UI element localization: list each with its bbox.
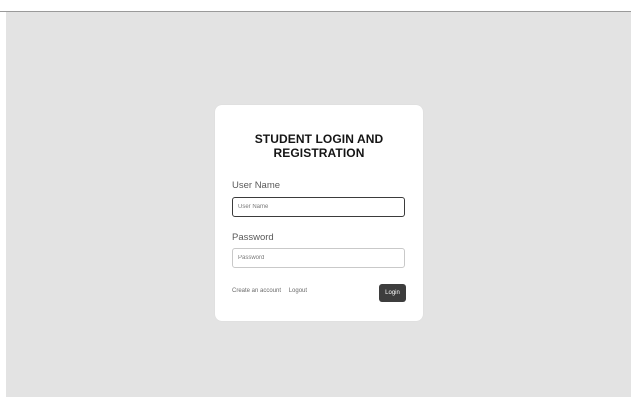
- footer-links: Create an account Logout: [232, 288, 307, 294]
- logout-link[interactable]: Logout: [289, 288, 307, 294]
- login-card: STUDENT LOGIN AND REGISTRATION User Name…: [215, 105, 423, 321]
- login-button[interactable]: Login: [379, 284, 406, 302]
- login-title-line-2: REGISTRATION: [273, 146, 365, 160]
- username-input[interactable]: [232, 197, 405, 217]
- username-label: User Name: [232, 180, 281, 191]
- create-account-link[interactable]: Create an account: [232, 288, 281, 294]
- password-input[interactable]: [232, 248, 405, 268]
- password-label: Password: [232, 232, 274, 243]
- login-title: STUDENT LOGIN AND REGISTRATION: [215, 132, 423, 160]
- login-title-line-1: STUDENT LOGIN AND: [254, 132, 384, 146]
